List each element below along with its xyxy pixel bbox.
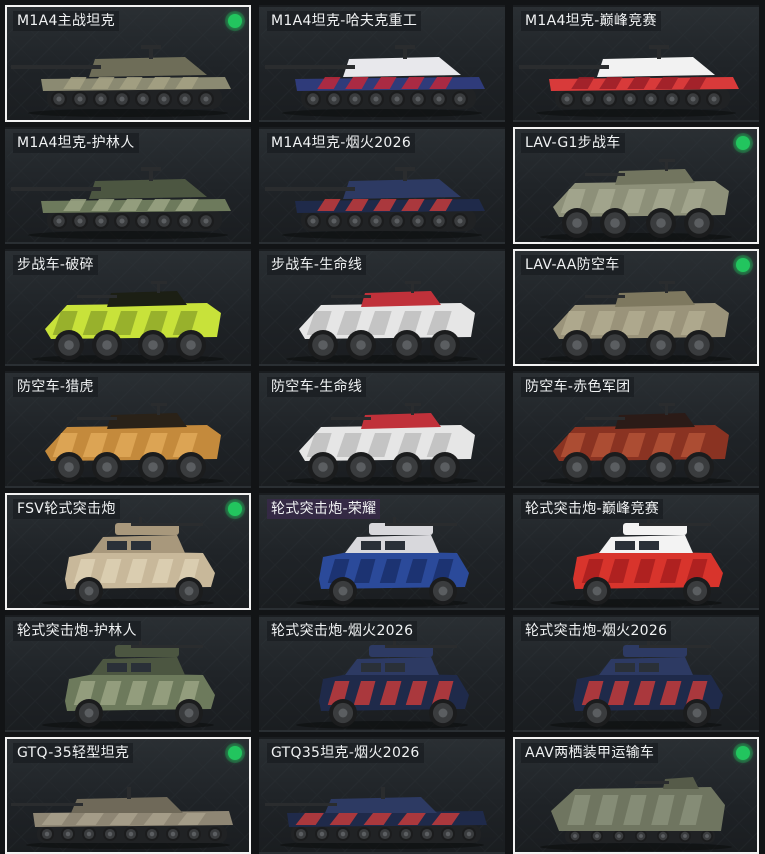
vehicle-skin-label: M1A4坦克-哈夫克重工	[267, 11, 422, 31]
vehicle-skin-card[interactable]: M1A4坦克-巅峰竞赛	[513, 5, 759, 122]
vehicle-image	[550, 517, 723, 607]
vehicle-skin-label: 步战车-生命线	[267, 255, 367, 275]
vehicle-skin-card[interactable]: 轮式突击炮-巅峰竞赛	[513, 493, 759, 610]
owned-indicator-icon	[228, 746, 242, 760]
vehicle-skin-label: 轮式突击炮-巅峰竞赛	[521, 499, 664, 519]
vehicle-skin-card[interactable]: 步战车-破碎	[5, 249, 251, 366]
vehicle-skin-label: 步战车-破碎	[13, 255, 98, 275]
vehicle-skin-label: 轮式突击炮-烟火2026	[521, 621, 672, 641]
vehicle-skin-card[interactable]: 轮式突击炮-荣耀	[259, 493, 505, 610]
vehicle-skin-label: M1A4主战坦克	[13, 11, 119, 31]
vehicle-skin-label: M1A4坦克-巅峰竞赛	[521, 11, 661, 31]
vehicle-image	[286, 403, 478, 485]
vehicle-image	[32, 281, 224, 363]
vehicle-image	[296, 517, 469, 607]
vehicle-image	[265, 787, 487, 849]
vehicle-skin-label: M1A4坦克-烟火2026	[267, 133, 416, 153]
vehicle-skin-label: 防空车-生命线	[267, 377, 367, 397]
vehicle-image	[42, 639, 215, 729]
owned-indicator-icon	[736, 746, 750, 760]
vehicle-skin-card[interactable]: 防空车-赤色军团	[513, 371, 759, 488]
vehicle-image	[11, 167, 231, 239]
vehicle-skin-label: 防空车-赤色军团	[521, 377, 635, 397]
vehicle-skin-card[interactable]: LAV-G1步战车	[513, 127, 759, 244]
vehicle-skin-card[interactable]: 防空车-生命线	[259, 371, 505, 488]
vehicle-skin-label: 防空车-猎虎	[13, 377, 98, 397]
vehicle-skin-card[interactable]: 步战车-生命线	[259, 249, 505, 366]
owned-indicator-icon	[736, 258, 750, 272]
vehicle-image	[11, 45, 231, 117]
vehicle-image	[265, 45, 485, 117]
vehicle-skin-card[interactable]: M1A4坦克-护林人	[5, 127, 251, 244]
vehicle-skin-card[interactable]: 轮式突击炮-烟火2026	[259, 615, 505, 732]
vehicle-skin-card[interactable]: M1A4坦克-哈夫克重工	[259, 5, 505, 122]
vehicle-skin-label: 轮式突击炮-护林人	[13, 621, 141, 641]
vehicle-skin-label: 轮式突击炮-荣耀	[267, 499, 381, 519]
vehicle-skin-card[interactable]: FSV轮式突击炮	[5, 493, 251, 610]
vehicle-image	[540, 281, 732, 363]
vehicle-image	[265, 167, 485, 239]
vehicle-skin-card[interactable]: 轮式突击炮-烟火2026	[513, 615, 759, 732]
vehicle-image	[519, 45, 739, 117]
vehicle-image	[540, 159, 732, 241]
vehicle-skin-label: FSV轮式突击炮	[13, 499, 120, 519]
vehicle-skin-card[interactable]: 轮式突击炮-护林人	[5, 615, 251, 732]
vehicle-skin-card[interactable]: M1A4主战坦克	[5, 5, 251, 122]
vehicle-skin-card[interactable]: 防空车-猎虎	[5, 371, 251, 488]
vehicle-skin-label: LAV-G1步战车	[521, 133, 625, 153]
vehicle-image	[32, 403, 224, 485]
vehicle-skin-card[interactable]: M1A4坦克-烟火2026	[259, 127, 505, 244]
vehicle-skin-grid: M1A4主战坦克 M1A4坦克-哈夫克重工 M1A4坦克-巅峰竞赛 M1A4坦克-护林…	[5, 5, 762, 854]
vehicle-image	[42, 517, 215, 607]
vehicle-skin-label: GTQ35坦克-烟火2026	[267, 743, 424, 763]
vehicle-image	[286, 281, 478, 363]
vehicle-skin-label: GTQ-35轻型坦克	[13, 743, 134, 763]
vehicle-image	[296, 639, 469, 729]
vehicle-skin-label: 轮式突击炮-烟火2026	[267, 621, 418, 641]
vehicle-skin-card[interactable]: GTQ35坦克-烟火2026	[259, 737, 505, 854]
vehicle-skin-card[interactable]: AAV两栖装甲运输车	[513, 737, 759, 854]
vehicle-image	[540, 403, 732, 485]
owned-indicator-icon	[736, 136, 750, 150]
owned-indicator-icon	[228, 502, 242, 516]
vehicle-skin-card[interactable]: GTQ-35轻型坦克	[5, 737, 251, 854]
owned-indicator-icon	[228, 14, 242, 28]
vehicle-skin-label: M1A4坦克-护林人	[13, 133, 139, 153]
vehicle-image	[11, 787, 233, 849]
vehicle-skin-label: LAV-AA防空车	[521, 255, 624, 275]
vehicle-skin-card[interactable]: LAV-AA防空车	[513, 249, 759, 366]
vehicle-image	[540, 777, 732, 851]
vehicle-skin-label: AAV两栖装甲运输车	[521, 743, 659, 763]
vehicle-image	[550, 639, 723, 729]
